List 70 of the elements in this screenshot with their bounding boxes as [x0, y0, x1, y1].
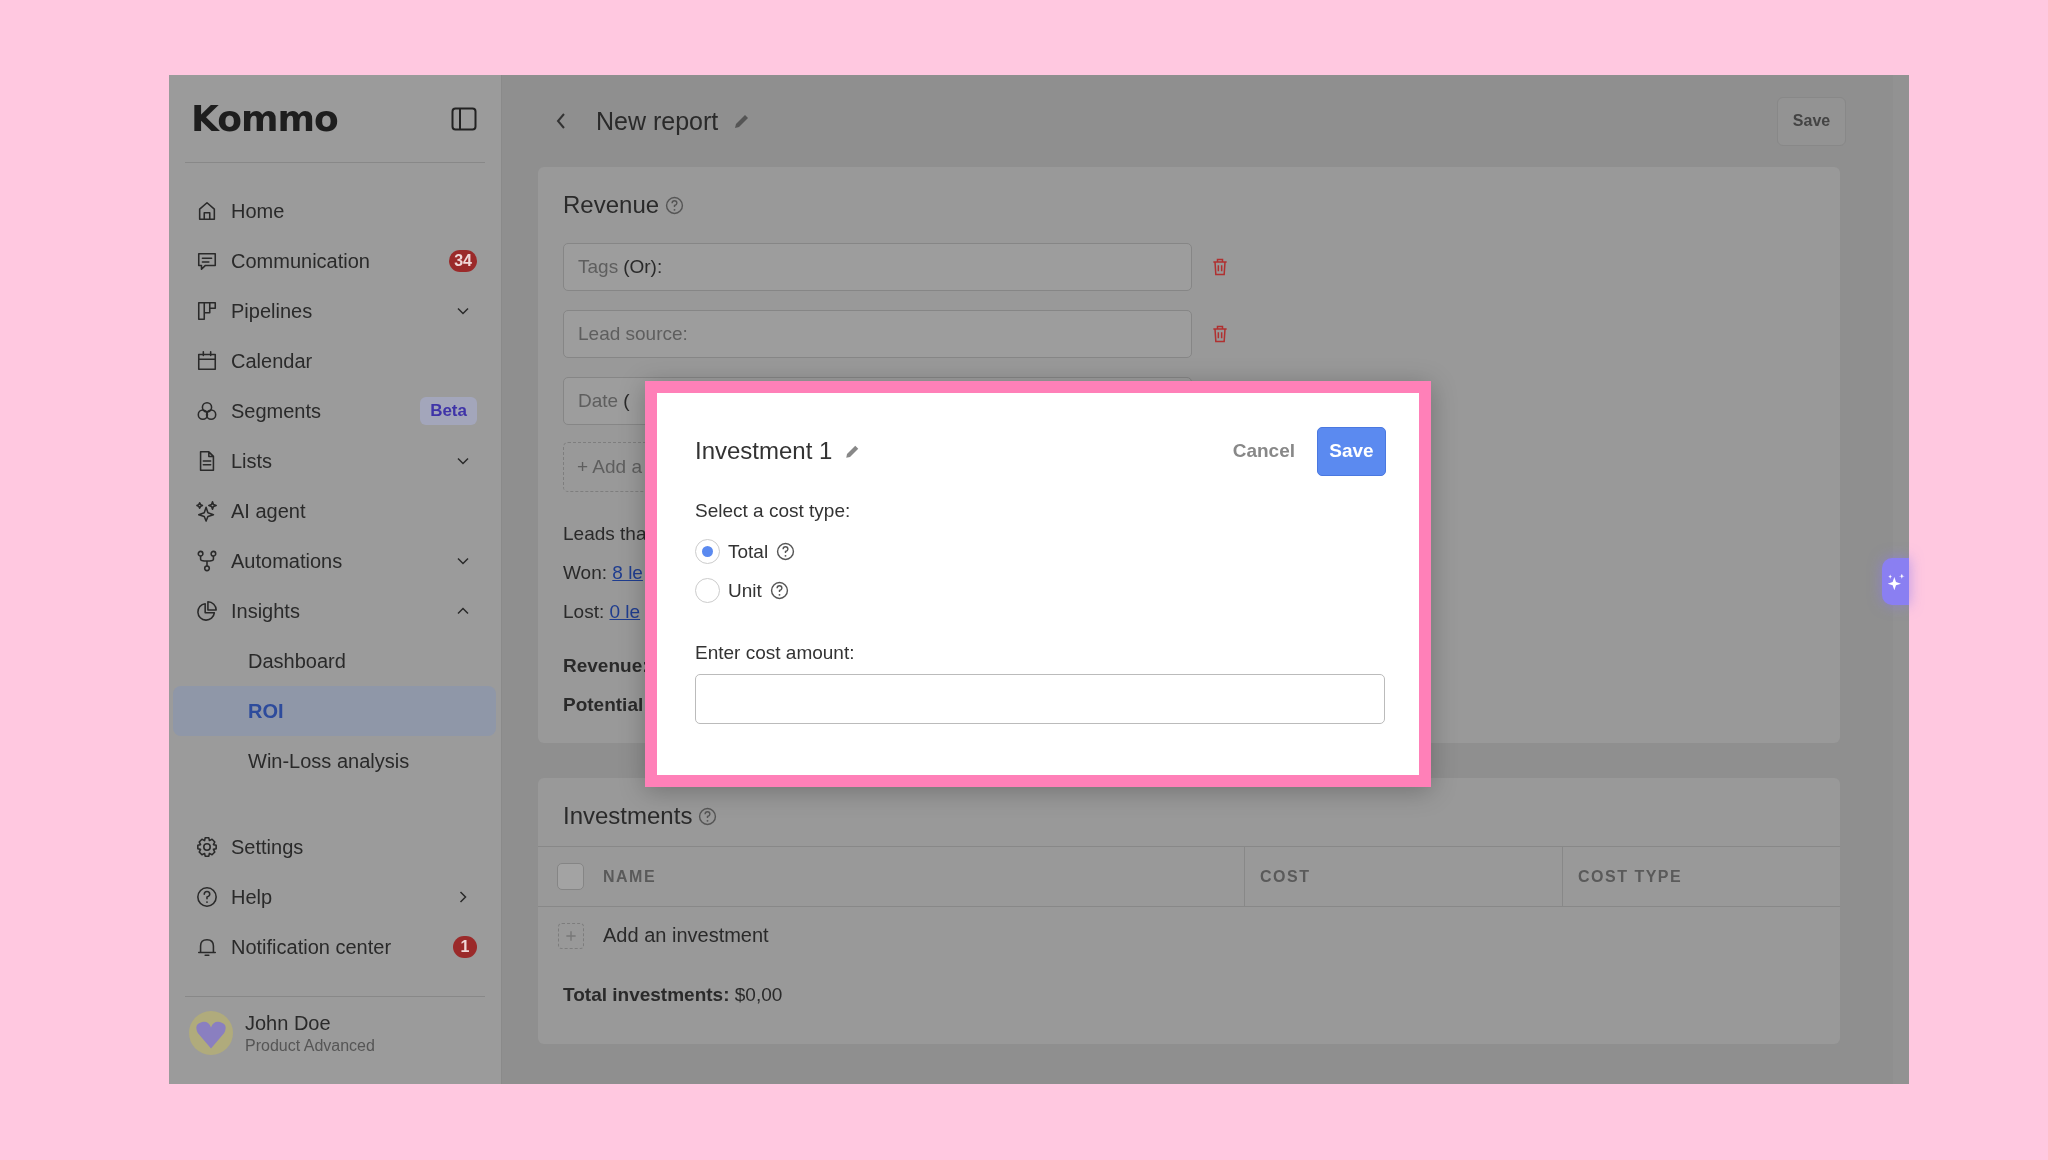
add-investment-link[interactable]: Add an investment — [603, 924, 769, 947]
count-badge: 1 — [453, 936, 477, 958]
dialog-title: Investment 1 — [695, 437, 833, 465]
save-button[interactable]: Save — [1777, 96, 1846, 146]
sidebar-item[interactable]: Notification center 1 — [169, 922, 501, 972]
help-icon — [698, 806, 718, 826]
avatar — [189, 1011, 233, 1055]
ai-button[interactable] — [1882, 558, 1909, 605]
amount-input[interactable] — [695, 674, 1385, 724]
option-label: Total — [728, 540, 769, 563]
cancel-button[interactable]: Cancel — [1226, 439, 1301, 463]
column-header: COST — [1260, 867, 1311, 886]
bell-icon — [196, 936, 218, 958]
sparkle-icon — [196, 500, 218, 522]
column-header: COST TYPE — [1578, 867, 1683, 886]
total-label: Revenue: — [563, 654, 649, 678]
calendar-icon — [196, 350, 218, 372]
sidebar-item[interactable]: AI agent — [169, 486, 501, 536]
sidebar-item[interactable]: Automations — [169, 536, 501, 586]
sidebar-subitem[interactable]: Win-Loss analysis — [173, 736, 496, 786]
checkbox[interactable] — [557, 863, 584, 890]
section-title: Investments — [563, 802, 693, 830]
board-icon — [196, 300, 218, 322]
leads-text: Leads tha — [563, 522, 647, 546]
total-label: Potential — [563, 693, 644, 717]
sparkle-icon — [1885, 571, 1906, 592]
sidebar-item[interactable]: Pipelines — [169, 286, 501, 336]
sidebar-item[interactable]: Home — [169, 186, 501, 236]
field-label: Enter cost amount: — [695, 642, 856, 664]
home-icon — [196, 200, 218, 222]
user-name: John Doe — [245, 1011, 332, 1035]
trash-icon[interactable] — [1210, 257, 1230, 277]
chat-icon — [196, 250, 218, 272]
sidebar-subitem[interactable]: Dashboard — [173, 636, 496, 686]
save-button[interactable]: Save — [1317, 426, 1386, 476]
outcome-label: Won: — [563, 562, 607, 583]
plus-icon[interactable] — [558, 922, 584, 949]
sidebar-item[interactable]: Settings — [169, 822, 501, 872]
outcome-label: Lost: — [563, 601, 605, 622]
total-investments: Total investments: $0,00 — [562, 984, 784, 1006]
option-label: Unit — [728, 579, 762, 602]
column-header: NAME — [603, 867, 657, 886]
leads-link[interactable]: 0 le — [609, 601, 641, 622]
field-label: Select a cost type: — [695, 500, 852, 522]
count-badge: 34 — [449, 250, 477, 272]
help-icon — [776, 542, 796, 561]
filter-field[interactable]: Tags (Or): — [563, 243, 1192, 291]
leads-link[interactable]: 8 le — [612, 562, 643, 583]
sidebar-item[interactable]: Lists — [169, 436, 501, 486]
pie-chart-icon — [196, 600, 218, 622]
branch-icon — [196, 550, 218, 572]
user-plan: Product Advanced — [245, 1036, 375, 1055]
trash-icon[interactable] — [1210, 324, 1230, 344]
sidebar-item[interactable]: Segments Beta — [169, 386, 501, 436]
sidebar-item[interactable]: Communication 34 — [169, 236, 501, 286]
beta-tag: Beta — [420, 397, 477, 425]
logo: Kommo — [191, 98, 338, 139]
sidebar-subitem[interactable]: ROI — [173, 686, 496, 736]
circles-icon — [196, 400, 218, 422]
sidebar-item[interactable]: Help — [169, 872, 501, 922]
sidebar-item[interactable]: Calendar — [169, 336, 501, 386]
sidebar-toggle-icon[interactable] — [451, 106, 477, 131]
help-icon — [769, 581, 789, 600]
help-icon — [196, 886, 218, 908]
section-title: Revenue — [563, 191, 660, 219]
back-icon[interactable] — [555, 111, 567, 131]
sidebar-item[interactable]: Insights — [169, 586, 501, 636]
help-icon — [665, 195, 685, 215]
settings-icon — [196, 836, 218, 858]
page-title: New report — [596, 106, 719, 136]
